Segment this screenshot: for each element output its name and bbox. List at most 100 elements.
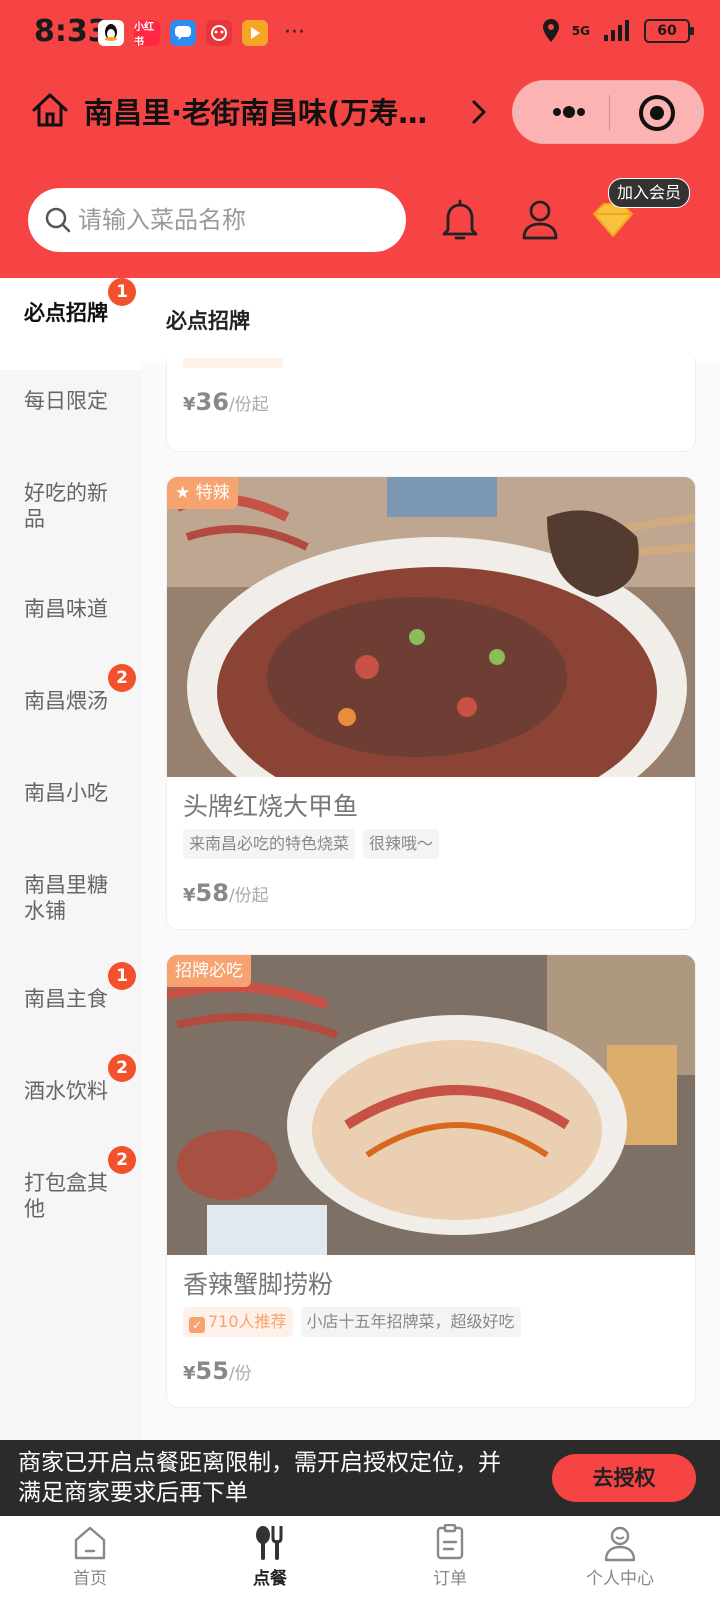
dish-chip: 很辣哦～ — [363, 829, 440, 859]
recommend-chip: ✓ 710人推荐 — [183, 1307, 293, 1337]
recommend-count: 710人推荐 — [208, 1312, 287, 1331]
category-badge: 2 — [108, 1054, 136, 1082]
category-item-staple[interactable]: 南昌主食 1 — [0, 962, 142, 1012]
category-label: 每日限定 — [24, 389, 108, 413]
location-icon — [542, 19, 559, 42]
dish-chips: ✓ 710人推荐 小店十五年招牌菜，超级好吃 — [183, 1307, 529, 1337]
category-label: 南昌煨汤 — [24, 689, 108, 713]
store-name[interactable]: 南昌里·老街南昌味(万寿… — [84, 90, 464, 132]
status-more: ··· — [284, 20, 305, 45]
category-item-drinks[interactable]: 酒水饮料 2 — [0, 1054, 142, 1104]
tab-home[interactable]: 首页 — [30, 1524, 150, 1589]
category-item-soup[interactable]: 南昌煨汤 2 — [0, 664, 142, 714]
category-label: 南昌味道 — [24, 597, 108, 621]
price-value: 36 — [195, 388, 229, 416]
join-member-tooltip[interactable]: 加入会员 — [608, 178, 691, 208]
category-item-dessert[interactable]: 南昌里糖水铺 — [0, 872, 142, 924]
xiaohongshu-icon: 小红书 — [134, 20, 160, 48]
chevron-right-icon[interactable] — [470, 98, 488, 126]
category-item-packaging[interactable]: 打包盒其他 2 — [0, 1146, 142, 1222]
section-title: 必点招牌 — [142, 278, 720, 364]
tab-profile[interactable]: 个人中心 — [560, 1524, 680, 1589]
dish-card[interactable]: 招牌必吃 香辣蟹脚捞粉 ✓ 710人推荐 小店十五年招牌菜，超级好吃 ¥55/份 — [166, 954, 696, 1408]
location-permission-banner: 商家已开启点餐距离限制，需开启授权定位，并满足商家要求后再下单 去授权 — [0, 1440, 720, 1516]
dish-price: ¥58/份起 — [183, 879, 269, 907]
dish-name: 头牌红烧大甲鱼 — [183, 792, 359, 821]
dish-image — [167, 477, 695, 777]
currency: ¥ — [183, 1363, 196, 1384]
message-icon — [170, 20, 196, 46]
price-unit: /份 — [228, 1364, 252, 1384]
miniprogram-capsule — [512, 80, 704, 144]
order-list-icon — [436, 1524, 464, 1560]
dish-card[interactable]: ¥36/份起 — [166, 358, 696, 452]
price-value: 55 — [195, 1357, 229, 1385]
category-label: 酒水饮料 — [24, 1079, 108, 1103]
video-icon — [242, 20, 268, 46]
capsule-divider — [609, 95, 610, 131]
category-label: 南昌主食 — [24, 987, 108, 1011]
home-icon[interactable] — [30, 90, 70, 130]
category-badge: 1 — [108, 962, 136, 990]
price-unit: /份起 — [228, 395, 269, 415]
more-icon[interactable] — [549, 95, 589, 129]
bottom-tab-bar: 首页 点餐 订单 个人中心 — [0, 1516, 720, 1600]
category-item-daily-limited[interactable]: 每日限定 — [0, 388, 142, 414]
dish-chip: 小店十五年招牌菜，超级好吃 — [300, 1307, 521, 1337]
category-item-new[interactable]: 好吃的新品 — [0, 480, 142, 532]
category-item-nanchang-flavor[interactable]: 南昌味道 — [0, 596, 142, 622]
dish-price: ¥55/份 — [183, 1357, 252, 1385]
category-label: 必点招牌 — [24, 301, 108, 325]
menu-list[interactable]: 必点招牌 ¥36/份起 ★ 特辣 头牌红烧大甲鱼 来南昌必吃的特色烧菜 很辣哦～… — [142, 278, 720, 1508]
thumb-icon: ✓ — [189, 1317, 205, 1333]
status-app-icons: 小红书 ··· — [98, 20, 305, 48]
category-item-snacks[interactable]: 南昌小吃 — [0, 780, 142, 806]
dish-card[interactable]: ★ 特辣 头牌红烧大甲鱼 来南昌必吃的特色烧菜 很辣哦～ ¥58/份起 — [166, 476, 696, 930]
battery-icon: 60 — [644, 19, 694, 43]
tab-label: 点餐 — [253, 1569, 287, 1589]
dish-image — [167, 955, 695, 1255]
category-label: 南昌里糖水铺 — [24, 873, 108, 923]
profile-icon — [604, 1526, 636, 1562]
search-bar[interactable] — [28, 188, 406, 252]
banner-message: 商家已开启点餐距离限制，需开启授权定位，并满足商家要求后再下单 — [18, 1450, 501, 1506]
category-badge: 2 — [108, 1146, 136, 1174]
dish-name: 香辣蟹脚捞粉 — [183, 1270, 334, 1299]
home-tab-icon — [74, 1526, 106, 1560]
category-label: 南昌小吃 — [24, 781, 108, 805]
bell-icon[interactable] — [440, 198, 480, 242]
title-bar: 南昌里·老街南昌味(万寿… — [0, 76, 720, 148]
currency: ¥ — [183, 885, 196, 906]
tab-label: 首页 — [73, 1569, 107, 1589]
category-item-signature[interactable]: 必点招牌 1 — [0, 278, 142, 370]
tab-label: 订单 — [433, 1569, 467, 1589]
price-unit: /份起 — [228, 886, 269, 906]
authorize-button[interactable]: 去授权 — [552, 1454, 696, 1502]
dish-tag: ★ 特辣 — [167, 477, 238, 509]
category-sidebar: 必点招牌 1 每日限定 好吃的新品 南昌味道 南昌煨汤 2 南昌小吃 南昌里糖水… — [0, 278, 142, 1508]
order-food-icon — [256, 1526, 283, 1560]
category-label: 打包盒其他 — [24, 1171, 108, 1221]
category-badge: 2 — [108, 664, 136, 692]
search-icon — [45, 207, 71, 233]
dish-price: ¥36/份起 — [183, 388, 269, 416]
tab-order-food[interactable]: 点餐 — [210, 1524, 330, 1589]
status-right: 5G 60 — [542, 18, 694, 44]
price-value: 58 — [195, 879, 229, 907]
header: 8:33 小红书 ··· 5G 60 南昌里·老街南昌味(万寿… 请输入菜品名称… — [0, 0, 720, 278]
user-icon[interactable] — [520, 198, 560, 242]
category-badge: 1 — [108, 278, 136, 306]
currency: ¥ — [183, 394, 196, 415]
dish-chips: 来南昌必吃的特色烧菜 很辣哦～ — [183, 829, 447, 859]
status-bar: 8:33 小红书 ··· 5G 60 — [0, 0, 720, 68]
tab-label: 个人中心 — [586, 1569, 654, 1589]
tab-orders[interactable]: 订单 — [390, 1524, 510, 1589]
dish-tag: 招牌必吃 — [167, 955, 251, 987]
qq-icon — [98, 20, 124, 46]
close-miniprogram-icon[interactable] — [637, 93, 677, 133]
category-label: 好吃的新品 — [24, 481, 108, 531]
signal-icon — [604, 20, 629, 41]
game-icon — [206, 20, 232, 46]
search-input[interactable] — [78, 198, 388, 242]
chip-remnant — [183, 358, 283, 368]
